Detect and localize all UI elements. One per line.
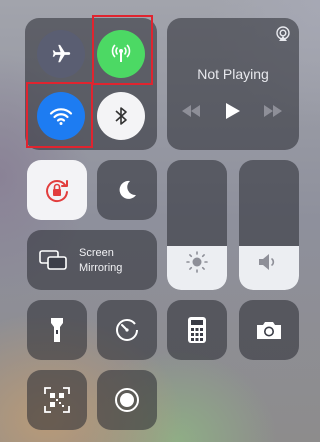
screen-mirroring-label: Screen Mirroring <box>79 246 122 276</box>
flashlight-button[interactable] <box>27 300 87 360</box>
flashlight-icon <box>51 318 63 342</box>
play-icon[interactable] <box>225 102 241 120</box>
rewind-icon[interactable] <box>181 104 201 118</box>
fast-forward-icon[interactable] <box>263 104 283 118</box>
orientation-lock-button[interactable] <box>27 160 87 220</box>
camera-button[interactable] <box>239 300 299 360</box>
airplane-mode-button[interactable] <box>37 30 85 78</box>
timer-button[interactable] <box>97 300 157 360</box>
record-icon <box>115 388 139 412</box>
airplane-icon <box>52 44 71 63</box>
moon-icon <box>119 180 136 199</box>
screen-mirroring-icon <box>39 250 67 270</box>
wifi-highlight-box <box>26 82 93 148</box>
screen-mirroring-line2: Mirroring <box>79 262 123 274</box>
calculator-button[interactable] <box>167 300 227 360</box>
sun-icon <box>186 251 208 273</box>
orientation-lock-icon <box>46 180 68 203</box>
camera-icon <box>257 322 281 339</box>
qr-code-scanner-button[interactable] <box>27 370 87 430</box>
screen-mirroring-line1: Screen <box>79 247 114 259</box>
brightness-slider[interactable] <box>167 160 227 290</box>
qr-code-icon <box>44 387 70 413</box>
calculator-icon <box>188 317 206 343</box>
timer-icon <box>116 319 138 341</box>
speaker-icon <box>259 254 275 270</box>
do-not-disturb-button[interactable] <box>97 160 157 220</box>
now-playing-panel[interactable]: Not Playing <box>167 18 299 150</box>
volume-slider[interactable] <box>239 160 299 290</box>
cellular-highlight-box <box>92 15 153 85</box>
airplay-icon[interactable] <box>275 26 291 42</box>
bluetooth-icon <box>115 107 127 125</box>
screen-recording-button[interactable] <box>97 370 157 430</box>
bluetooth-button[interactable] <box>97 92 145 140</box>
now-playing-title: Not Playing <box>197 66 269 82</box>
